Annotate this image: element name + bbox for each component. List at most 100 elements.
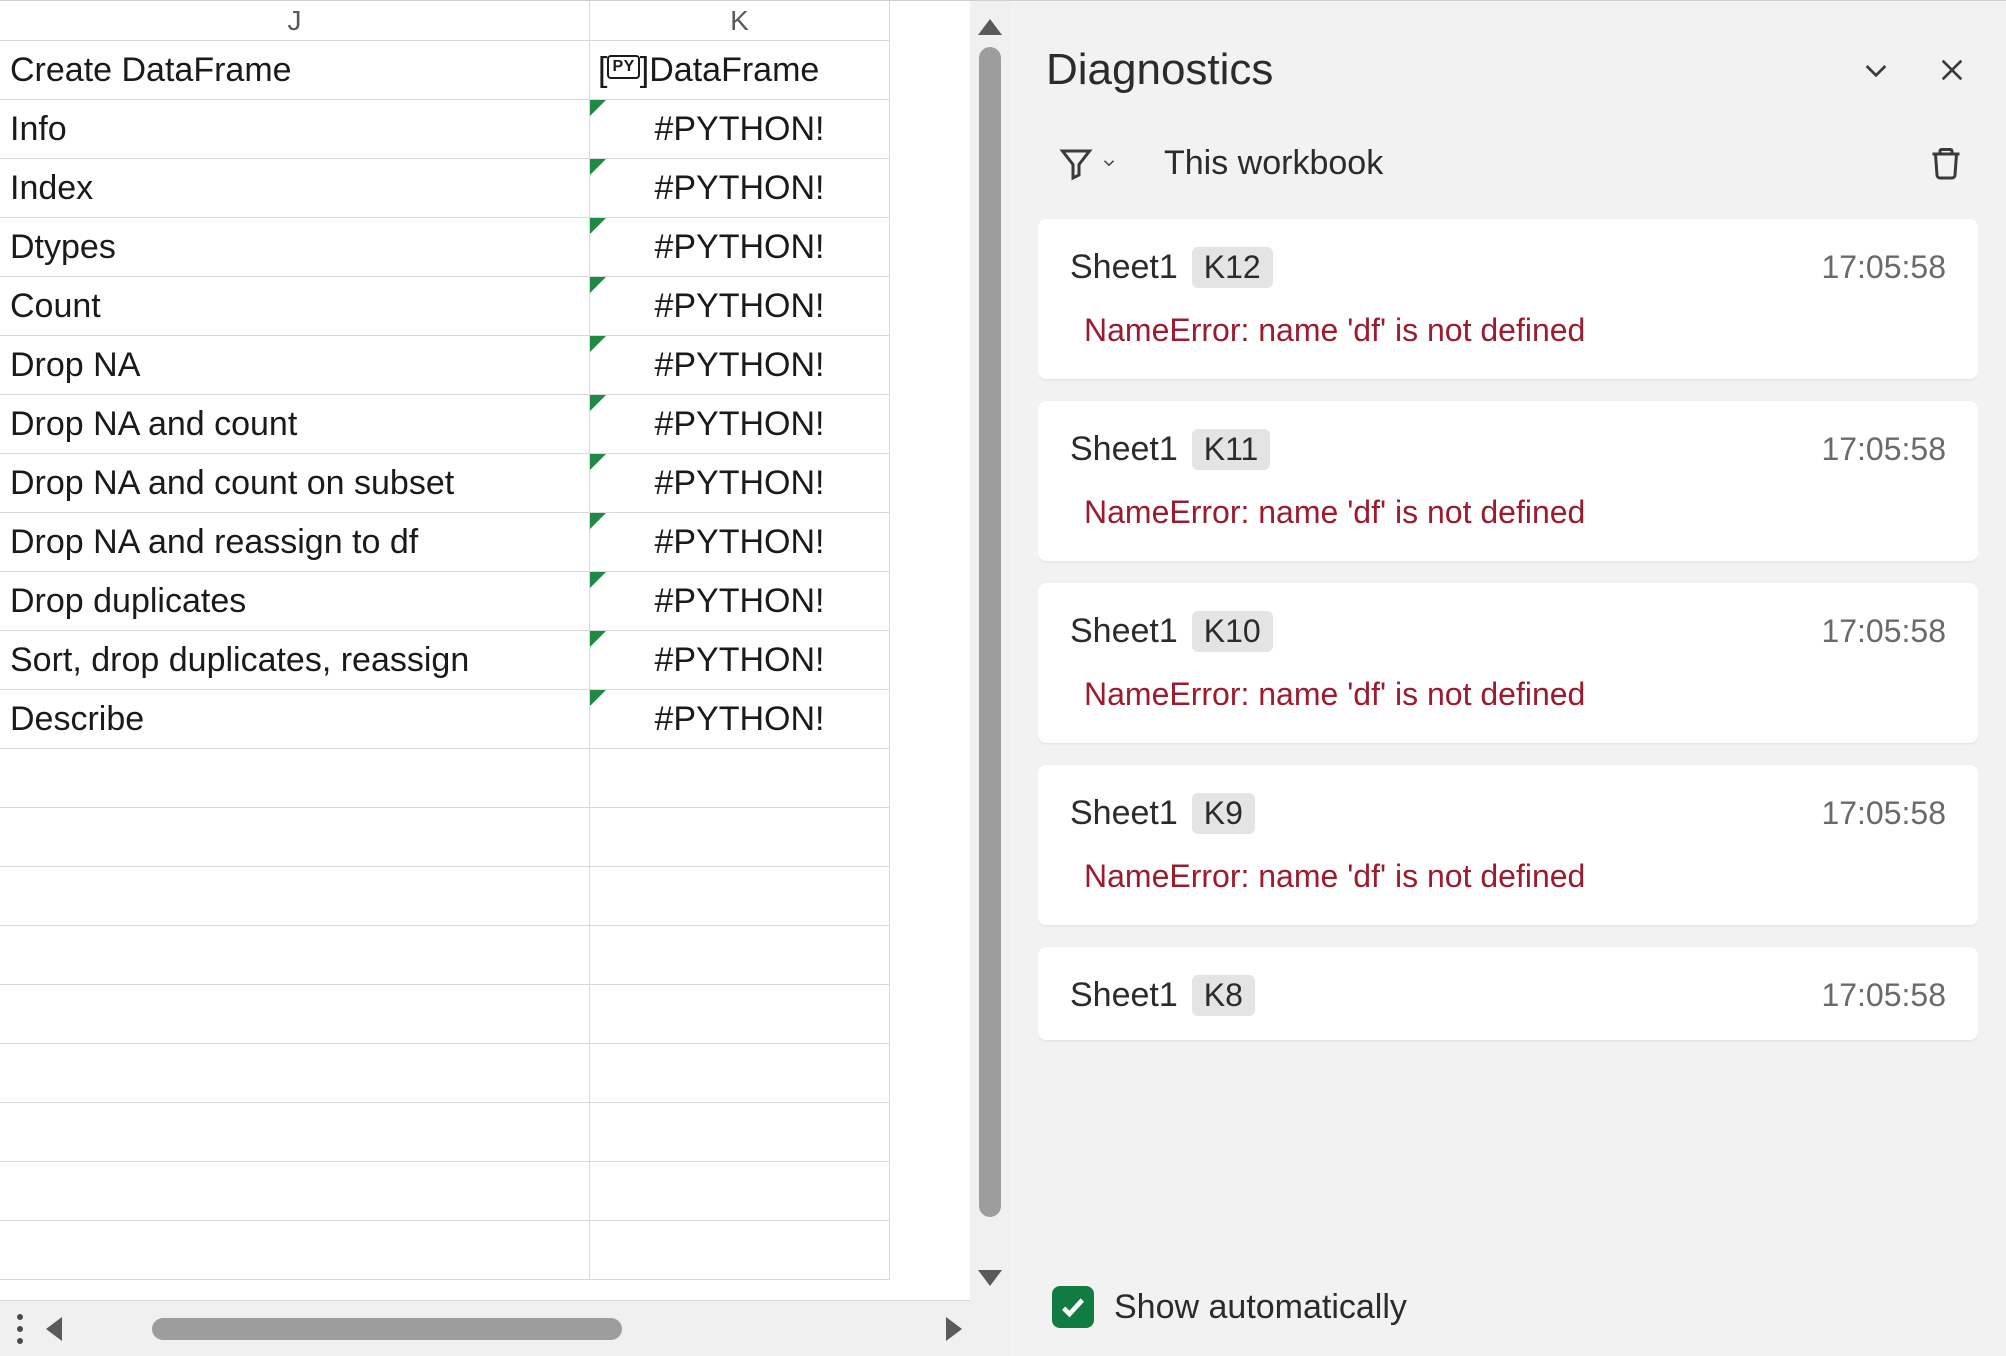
diagnostic-card[interactable]: Sheet1K1017:05:58NameError: name 'df' is… xyxy=(1038,583,1978,743)
cell-j[interactable]: Info xyxy=(0,100,590,159)
cell-j[interactable] xyxy=(0,749,590,808)
cell-j[interactable]: Drop duplicates xyxy=(0,572,590,631)
v-scroll-thumb[interactable] xyxy=(979,47,1001,1217)
sheet-options-icon[interactable] xyxy=(8,1309,32,1349)
diagnostic-card[interactable]: Sheet1K1217:05:58NameError: name 'df' is… xyxy=(1038,219,1978,379)
diagnostic-message: NameError: name 'df' is not defined xyxy=(1070,312,1946,349)
cell-j[interactable] xyxy=(0,1044,590,1103)
cell-k[interactable] xyxy=(590,1162,890,1221)
cell-k[interactable]: #PYTHON! xyxy=(590,395,890,454)
diagnostic-cell-badge: K10 xyxy=(1192,611,1273,652)
clear-diagnostics-icon[interactable] xyxy=(1926,143,1966,183)
collapse-panel-icon[interactable] xyxy=(1858,52,1894,88)
diagnostic-card[interactable]: Sheet1K917:05:58NameError: name 'df' is … xyxy=(1038,765,1978,925)
diagnostics-list[interactable]: Sheet1 K12 17:05:58 NameError: name 'df' is… xyxy=(1038,219,1978,1266)
table-row xyxy=(0,1162,970,1221)
cell-j[interactable]: Index xyxy=(0,159,590,218)
diagnostic-cell-badge: K11 xyxy=(1192,429,1271,470)
diagnostic-sheet: Sheet1 xyxy=(1070,794,1178,833)
cell-j[interactable]: Drop NA and count on subset xyxy=(0,454,590,513)
close-panel-icon[interactable] xyxy=(1934,52,1970,88)
grid-viewport: J K Create DataFrame[PY]DataFrameInfo#PY… xyxy=(0,1,970,1300)
diagnostic-card[interactable]: Sheet1K8 17:05:58 xyxy=(1038,947,1978,1040)
scroll-down-icon[interactable] xyxy=(978,1270,1002,1286)
table-row: Sort, drop duplicates, reassign#PYTHON! xyxy=(0,631,970,690)
table-row: Drop duplicates#PYTHON! xyxy=(0,572,970,631)
h-scroll-inner[interactable] xyxy=(72,1318,936,1340)
table-row: Drop NA and reassign to df#PYTHON! xyxy=(0,513,970,572)
cell-j[interactable]: Create DataFrame xyxy=(0,41,590,100)
column-header-k[interactable]: K xyxy=(590,1,890,41)
column-header-j[interactable]: J xyxy=(0,1,590,41)
grid-body[interactable]: Create DataFrame[PY]DataFrameInfo#PYTHON… xyxy=(0,41,970,1300)
diagnostic-time: 17:05:58 xyxy=(1821,613,1946,650)
diagnostic-time: 17:05:58 xyxy=(1821,795,1946,832)
py-badge: PY xyxy=(607,55,639,79)
cell-k[interactable]: #PYTHON! xyxy=(590,572,890,631)
h-scroll-thumb[interactable] xyxy=(152,1318,622,1340)
diagnostic-card[interactable]: Sheet1K11 17:05:58 NameError: name 'df' is… xyxy=(1038,401,1978,561)
cell-j[interactable] xyxy=(0,867,590,926)
diagnostics-toolbar: This workbook xyxy=(1038,113,1978,219)
cell-k[interactable] xyxy=(590,808,890,867)
cell-k[interactable] xyxy=(590,985,890,1044)
diagnostic-time: 17:05:58 xyxy=(1821,977,1946,1014)
cell-k[interactable] xyxy=(590,1221,890,1280)
cell-j[interactable] xyxy=(0,1221,590,1280)
cell-k[interactable] xyxy=(590,1044,890,1103)
horizontal-scrollbar xyxy=(0,1300,970,1356)
table-row xyxy=(0,867,970,926)
cell-j[interactable] xyxy=(0,1103,590,1162)
cell-j[interactable]: Count xyxy=(0,277,590,336)
diagnostic-sheet: Sheet1 xyxy=(1070,248,1178,287)
diagnostic-sheet: Sheet1 xyxy=(1070,976,1178,1015)
cell-k[interactable] xyxy=(590,1103,890,1162)
cell-j[interactable]: Drop NA and count xyxy=(0,395,590,454)
cell-k[interactable]: #PYTHON! xyxy=(590,218,890,277)
diagnostic-card-header: Sheet1K8 17:05:58 xyxy=(1070,975,1946,1016)
cell-k[interactable]: #PYTHON! xyxy=(590,690,890,749)
cell-k[interactable]: [PY]DataFrame xyxy=(590,41,890,100)
cell-j[interactable] xyxy=(0,985,590,1044)
cell-k[interactable]: #PYTHON! xyxy=(590,277,890,336)
filter-button[interactable] xyxy=(1058,145,1118,181)
diagnostic-location: Sheet1K8 xyxy=(1070,975,1255,1016)
table-row: Drop NA and count on subset#PYTHON! xyxy=(0,454,970,513)
cell-j[interactable]: Drop NA and reassign to df xyxy=(0,513,590,572)
show-automatically-checkbox[interactable] xyxy=(1052,1286,1094,1328)
diagnostic-location: Sheet1K11 xyxy=(1070,429,1270,470)
scroll-left-icon[interactable] xyxy=(46,1317,62,1341)
vertical-scrollbar xyxy=(970,0,1010,1356)
cell-k[interactable] xyxy=(590,926,890,985)
cell-j[interactable]: Dtypes xyxy=(0,218,590,277)
cell-k[interactable]: #PYTHON! xyxy=(590,631,890,690)
cell-k[interactable]: #PYTHON! xyxy=(590,454,890,513)
cell-j[interactable] xyxy=(0,926,590,985)
cell-k[interactable]: #PYTHON! xyxy=(590,100,890,159)
column-header-row: J K xyxy=(0,1,970,41)
diagnostic-location: Sheet1K9 xyxy=(1070,793,1255,834)
cell-k[interactable] xyxy=(590,749,890,808)
table-row xyxy=(0,926,970,985)
spreadsheet-area: J K Create DataFrame[PY]DataFrameInfo#PY… xyxy=(0,0,970,1356)
table-row: Drop NA#PYTHON! xyxy=(0,336,970,395)
diagnostics-panel: Diagnostics This workbook Sheet1K1217:05… xyxy=(1010,0,2006,1356)
cell-j[interactable]: Describe xyxy=(0,690,590,749)
table-row: Describe#PYTHON! xyxy=(0,690,970,749)
cell-k[interactable]: #PYTHON! xyxy=(590,513,890,572)
diagnostic-message: NameError: name 'df' is not defined xyxy=(1070,676,1946,713)
diagnostic-cell-badge: K12 xyxy=(1192,247,1273,288)
cell-j[interactable] xyxy=(0,808,590,867)
diagnostic-message: NameError: name 'df' is not defined xyxy=(1070,494,1946,531)
scroll-up-icon[interactable] xyxy=(978,19,1002,35)
cell-k[interactable]: #PYTHON! xyxy=(590,336,890,395)
cell-j[interactable]: Sort, drop duplicates, reassign xyxy=(0,631,590,690)
cell-k[interactable] xyxy=(590,867,890,926)
diagnostic-card-header: Sheet1K1217:05:58 xyxy=(1070,247,1946,288)
cell-j[interactable]: Drop NA xyxy=(0,336,590,395)
cell-j[interactable] xyxy=(0,1162,590,1221)
v-scroll-track[interactable] xyxy=(979,47,1001,1258)
diagnostic-time: 17:05:58 xyxy=(1821,431,1946,468)
scroll-right-icon[interactable] xyxy=(946,1317,962,1341)
cell-k[interactable]: #PYTHON! xyxy=(590,159,890,218)
